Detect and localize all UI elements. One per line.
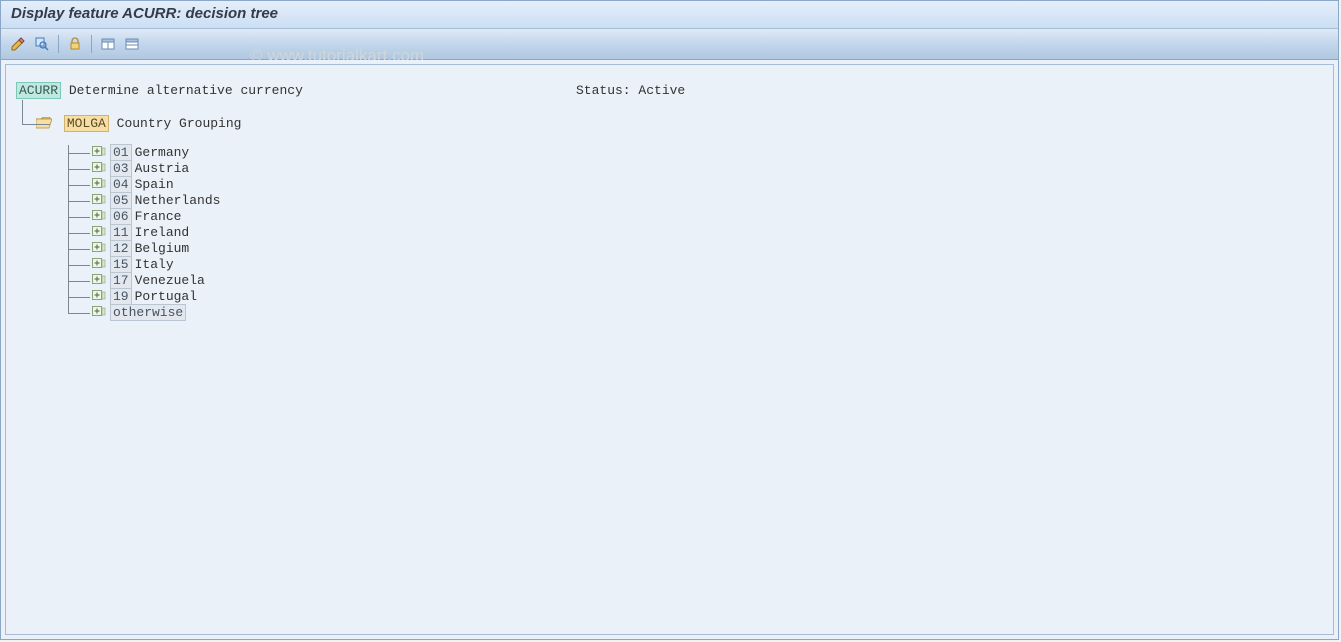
layout1-button[interactable] [97, 33, 119, 55]
expand-icon[interactable] [92, 257, 106, 269]
pencil-icon [10, 36, 26, 52]
tree-leaf[interactable]: 01Germany [92, 145, 1323, 161]
status-block: Status: Active [576, 83, 685, 98]
tree-scroll-region[interactable]: ACURR Determine alternative currency Sta… [5, 64, 1334, 635]
tree-leaf[interactable]: 03Austria [92, 161, 1323, 177]
content-area: ACURR Determine alternative currency Sta… [1, 60, 1338, 639]
magnifier-icon [34, 36, 50, 52]
expand-icon[interactable] [92, 273, 106, 285]
expand-icon[interactable] [92, 161, 106, 173]
expand-icon[interactable] [92, 177, 106, 189]
toolbar-separator [91, 35, 92, 53]
decision-tree: ACURR Determine alternative currency Sta… [6, 65, 1333, 621]
tree-leaf[interactable]: otherwise [92, 305, 1323, 321]
status-value: Active [638, 83, 685, 98]
leaf-code: otherwise [110, 304, 186, 321]
tree-leaf[interactable]: 05Netherlands [92, 193, 1323, 209]
folder-open-icon [36, 117, 52, 129]
leaf-code: 19 [110, 288, 132, 305]
leaf-label: Austria [135, 161, 190, 176]
expand-icon[interactable] [92, 193, 106, 205]
group-label: Country Grouping [117, 116, 242, 131]
tree-leaf[interactable]: 19Portugal [92, 289, 1323, 305]
root-code: ACURR [16, 82, 61, 99]
expand-icon[interactable] [92, 145, 106, 157]
expand-icon[interactable] [92, 305, 106, 317]
leaf-label: Netherlands [135, 193, 221, 208]
leaf-code: 17 [110, 272, 132, 289]
tree-leaf[interactable]: 11Ireland [92, 225, 1323, 241]
tree-root-row[interactable]: ACURR Determine alternative currency Sta… [16, 83, 1323, 98]
leaf-label: Italy [135, 257, 174, 272]
leaf-label: Germany [135, 145, 190, 160]
tree-leaf[interactable]: 06France [92, 209, 1323, 225]
layout-icon [100, 36, 116, 52]
leaf-label: Ireland [135, 225, 190, 240]
expand-icon[interactable] [92, 289, 106, 301]
group-code: MOLGA [64, 115, 109, 132]
status-label: Status: [576, 83, 631, 98]
leaf-label: Belgium [135, 241, 190, 256]
tree-leaf[interactable]: 04Spain [92, 177, 1323, 193]
leaf-label: Venezuela [135, 273, 205, 288]
tree-children: 01Germany03Austria04Spain05Netherlands06… [92, 145, 1323, 321]
expand-icon[interactable] [92, 209, 106, 221]
layout2-button[interactable] [121, 33, 143, 55]
tree-leaf[interactable]: 15Italy [92, 257, 1323, 273]
tree-leaf[interactable]: 12Belgium [92, 241, 1323, 257]
title-bar: Display feature ACURR: decision tree [1, 1, 1338, 29]
root-label: Determine alternative currency [69, 83, 303, 98]
lock-button[interactable] [64, 33, 86, 55]
toolbar-separator [58, 35, 59, 53]
leaf-label: France [135, 209, 182, 224]
leaf-code: 15 [110, 256, 132, 273]
leaf-code: 04 [110, 176, 132, 193]
tree-group-row[interactable]: MOLGA Country Grouping 01Germany03Austri… [36, 116, 1323, 321]
inspect-button[interactable] [31, 33, 53, 55]
page-title: Display feature ACURR: decision tree [11, 5, 278, 22]
expand-icon[interactable] [92, 225, 106, 237]
leaf-code: 12 [110, 240, 132, 257]
leaf-code: 06 [110, 208, 132, 225]
app-window: Display feature ACURR: decision tree [0, 0, 1339, 640]
layout-alt-icon [124, 36, 140, 52]
leaf-code: 01 [110, 144, 132, 161]
leaf-code: 05 [110, 192, 132, 209]
expand-icon[interactable] [92, 241, 106, 253]
leaf-label: Portugal [135, 289, 197, 304]
toolbar [1, 29, 1338, 60]
leaf-code: 03 [110, 160, 132, 177]
leaf-code: 11 [110, 224, 132, 241]
tree-leaf[interactable]: 17Venezuela [92, 273, 1323, 289]
lock-icon [67, 36, 83, 52]
edit-button[interactable] [7, 33, 29, 55]
leaf-label: Spain [135, 177, 174, 192]
